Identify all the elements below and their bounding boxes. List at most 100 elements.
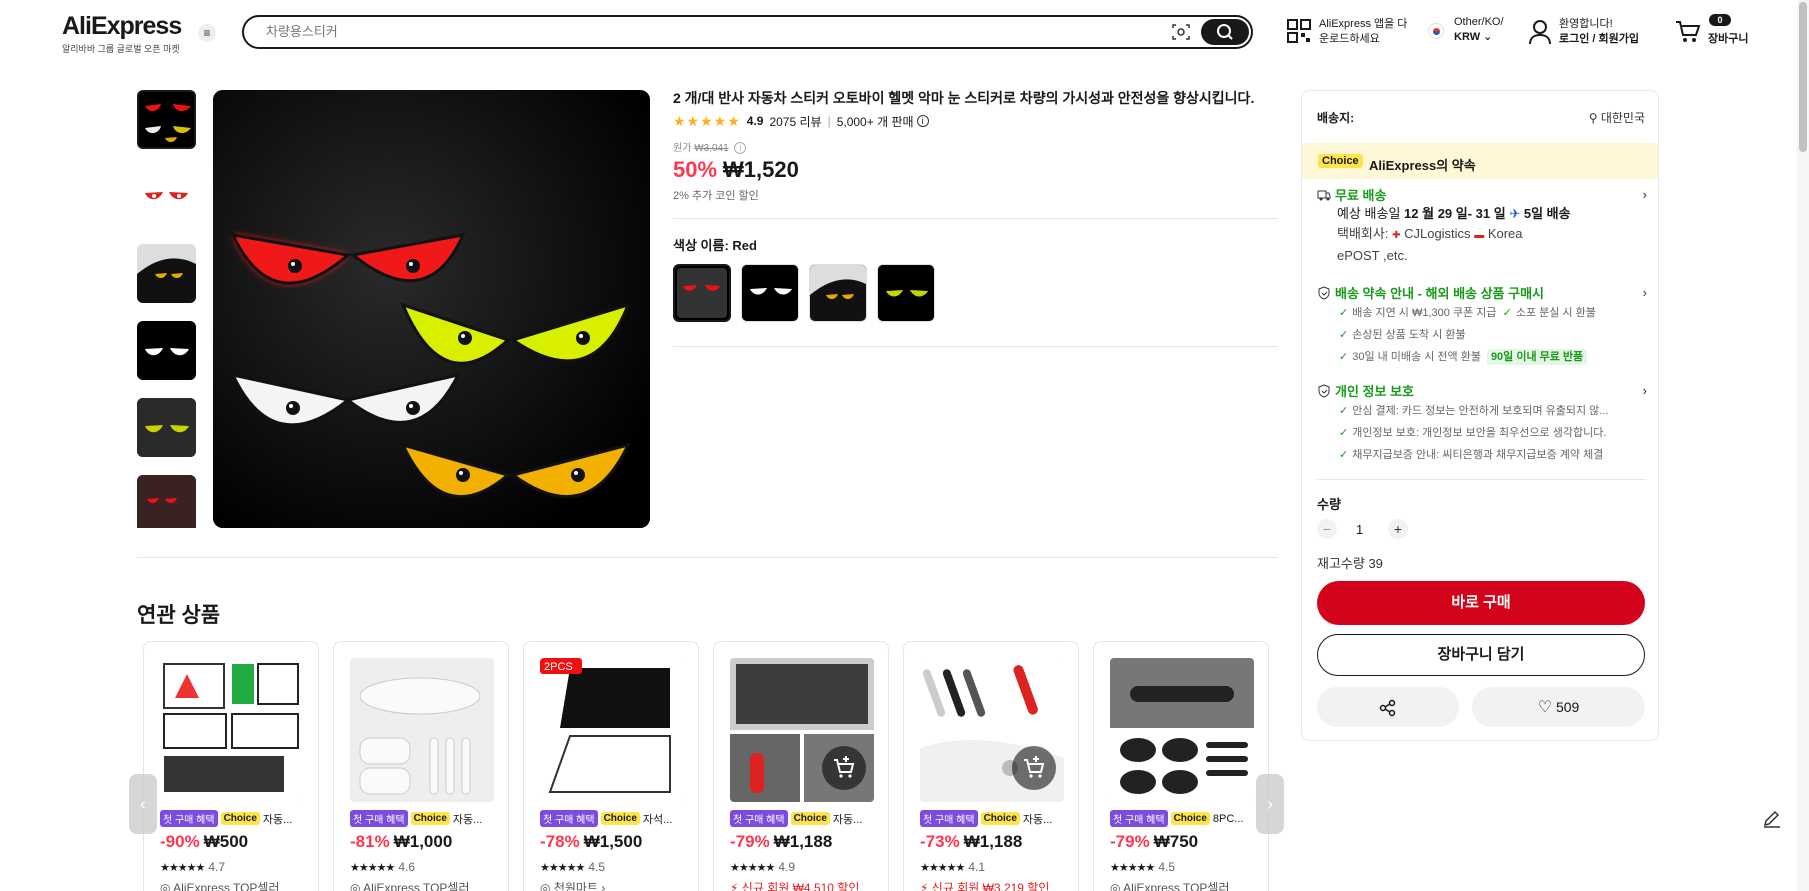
shield-check-icon [1318, 285, 1330, 300]
product-card-rating: ★★★★★ 4.7 [160, 860, 225, 874]
add-to-cart-button[interactable]: 장바구니 담기 [1317, 634, 1645, 676]
first-purchase-tag: 첫 구매 혜택 [920, 810, 978, 827]
review-count-link[interactable]: 2075 리뷰 [769, 113, 821, 130]
product-card-image[interactable] [350, 658, 494, 802]
product-card-discount: -81% [350, 832, 390, 851]
thumbnail-image [145, 104, 191, 143]
rating-value: 4.6 [398, 860, 415, 874]
purchase-panel: 배송지: ⚲ 대한민국 Choice AliExpress의 약속 무료 배송 ›… [1301, 90, 1659, 741]
search-input[interactable] [266, 24, 1066, 39]
qr-code-icon [1287, 19, 1311, 43]
thumbnail-1[interactable] [137, 90, 196, 149]
product-card-rating: ★★★★★ 4.6 [350, 860, 415, 874]
info-icon[interactable]: i [734, 142, 747, 154]
logo-text: AliExpress [62, 12, 182, 40]
delivery-guarantee-block[interactable]: 배송 약속 안내 - 해외 배송 상품 구매시 › ✓ 배송 지연 시 ₩1,300… [1317, 283, 1647, 368]
store-icon: ◎ [160, 881, 171, 891]
swatch-green[interactable] [877, 264, 935, 322]
product-card-name: 자동... [832, 813, 863, 826]
original-price-label: 원가 [673, 143, 692, 154]
product-card[interactable]: 2PCS 첫 구매 혜택 Choice 자석... -78% ₩1,500 ★★★★★ 4.5… [523, 641, 699, 891]
share-icon [1379, 700, 1396, 717]
ship-to-label: 배송지: [1317, 111, 1355, 125]
product-card-name: 자동... [262, 813, 293, 826]
scrollbar-thumb[interactable] [1799, 2, 1807, 152]
product-card-price-value: ₩1,188 [773, 832, 833, 851]
thumbnail-4[interactable] [137, 321, 196, 380]
sale-price: ₩1,520 [723, 157, 799, 182]
rating-stars: ★★★★★ [540, 862, 585, 874]
product-card-rating: ★★★★★ 4.9 [730, 860, 795, 874]
cart-link[interactable]: 0 장바구니 [1675, 14, 1775, 48]
swatch-white[interactable] [741, 264, 799, 322]
ship-to-row[interactable]: 배송지: ⚲ 대한민국 [1317, 109, 1645, 126]
quantity-decrease-button[interactable]: − [1317, 519, 1337, 539]
carousel-next-button[interactable]: › [1256, 774, 1284, 834]
rating-stars: ★★★★★ [673, 112, 741, 129]
free-return-badge: 90일 이내 무료 반품 [1486, 349, 1588, 365]
buy-now-button[interactable]: 바로 구매 [1317, 581, 1645, 625]
quantity-value[interactable]: 1 [1356, 522, 1363, 537]
chevron-down-icon: ⌄ [1483, 31, 1493, 43]
menu-icon[interactable]: ≡ [198, 24, 216, 42]
thumbnail-2[interactable] [137, 167, 196, 226]
product-card-extra-text: AliExpress TOP셀러 [173, 881, 280, 891]
rating-stars: ★★★★★ [350, 862, 395, 874]
info-icon[interactable]: i [916, 115, 929, 127]
thumbnail-3[interactable] [137, 244, 196, 303]
product-thumbnail [160, 658, 304, 802]
wishlist-button[interactable]: ♡ 509 [1472, 687, 1645, 727]
add-to-cart-icon[interactable] [1012, 746, 1056, 790]
swatch-orange[interactable] [809, 264, 867, 322]
edit-icon[interactable] [1759, 806, 1785, 832]
language-currency-selector[interactable]: Other/KO/ KRW ⌄ [1428, 15, 1518, 49]
product-card-extra: ⚡ 신규 회원 ₩3,219 할인 [920, 879, 1049, 891]
ship-to-location: ⚲ 대한민국 [1589, 109, 1645, 126]
thumbnail-list [137, 90, 199, 528]
quantity-increase-button[interactable]: + [1388, 519, 1408, 539]
share-button[interactable] [1317, 687, 1459, 727]
guarantee-title: 배송 약속 안내 - 해외 배송 상품 구매시 [1335, 286, 1545, 301]
privacy-3: 채무지급보증 안내: 씨티은행과 채무지급보증 계약 체결 [1352, 449, 1604, 461]
cart-count-badge: 0 [1709, 14, 1731, 26]
account-link[interactable]: 환영합니다! 로그인 / 회원가입 [1528, 15, 1648, 49]
scrollbar[interactable] [1797, 0, 1809, 891]
thumbnail-5[interactable] [137, 398, 196, 457]
app-line1: AliExpress 앱을 다 [1319, 18, 1408, 30]
thumbnail-image [145, 348, 189, 356]
cart-label: 장바구니 [1708, 33, 1749, 45]
product-card-image[interactable] [1110, 658, 1254, 802]
login-signup-text: 로그인 / 회원가입 [1559, 33, 1640, 45]
related-products-carousel: 첫 구매 혜택 Choice 자동... -90% ₩500 ★★★★★ 4.7 ◎ AliE… [143, 641, 1271, 891]
cj-logo-icon: ✚ [1392, 230, 1401, 241]
app-download[interactable]: AliExpress 앱을 다 운로드하세요 [1287, 15, 1427, 49]
product-card[interactable]: 첫 구매 혜택 Choice 자동... -79% ₩1,188 ★★★★★ 4.9 ⚡ 신규… [713, 641, 889, 891]
product-card[interactable]: 첫 구매 혜택 Choice 자동... -81% ₩1,000 ★★★★★ 4.6 ◎ Al… [333, 641, 509, 891]
divider: | [827, 114, 831, 128]
free-shipping-block[interactable]: 무료 배송 › 예상 배송일 12 월 29 일- 31 일 ✈ 5일 배송 택배… [1317, 185, 1647, 266]
add-to-cart-icon[interactable] [822, 746, 866, 790]
main-product-image[interactable] [213, 90, 650, 528]
carousel-prev-button[interactable]: ‹ [129, 774, 157, 834]
thumbnail-6[interactable] [137, 475, 196, 528]
privacy-1: 안심 결제: 카드 정보는 안전하게 보호되며 유출되지 않... [1352, 405, 1609, 417]
guarantee-line-1: ✓ 배송 지연 시 ₩1,300 쿠폰 지급 ✓ 소포 분실 시 환불 [1339, 302, 1647, 324]
product-card[interactable]: 첫 구매 혜택 Choice 8PC... -79% ₩750 ★★★★★ 4.5 ◎ Ali… [1093, 641, 1269, 891]
swatch-red[interactable] [673, 264, 731, 322]
search-button[interactable] [1201, 19, 1249, 45]
product-card-image[interactable] [160, 658, 304, 802]
product-card-price: -81% ₩1,000 [350, 832, 452, 852]
divider [673, 218, 1278, 219]
rating-value: 4.1 [968, 860, 985, 874]
guarantee-2: 소포 분실 시 환불 [1515, 307, 1596, 319]
product-card[interactable]: 첫 구매 혜택 Choice 자동... -90% ₩500 ★★★★★ 4.7 ◎ AliE… [143, 641, 319, 891]
product-card-image[interactable]: 2PCS [540, 658, 684, 802]
discount-percent: 50% [673, 157, 718, 182]
korea-flag-icon [1428, 23, 1444, 39]
privacy-block[interactable]: 개인 정보 보호 › ✓ 안심 결제: 카드 정보는 안전하게 보호되며 유출되지 … [1317, 381, 1647, 466]
aliexpress-logo[interactable]: AliExpress 알리바바 그룹 글로벌 오픈 마켓 [62, 12, 182, 55]
carrier-line-2: ePOST ,etc. [1337, 248, 1408, 263]
product-card[interactable]: 첫 구매 혜택 Choice 자동... -73% ₩1,188 ★★★★★ 4.1 ⚡ 신규… [903, 641, 1079, 891]
shield-icon [1318, 383, 1330, 398]
camera-search-icon[interactable] [1172, 23, 1190, 41]
